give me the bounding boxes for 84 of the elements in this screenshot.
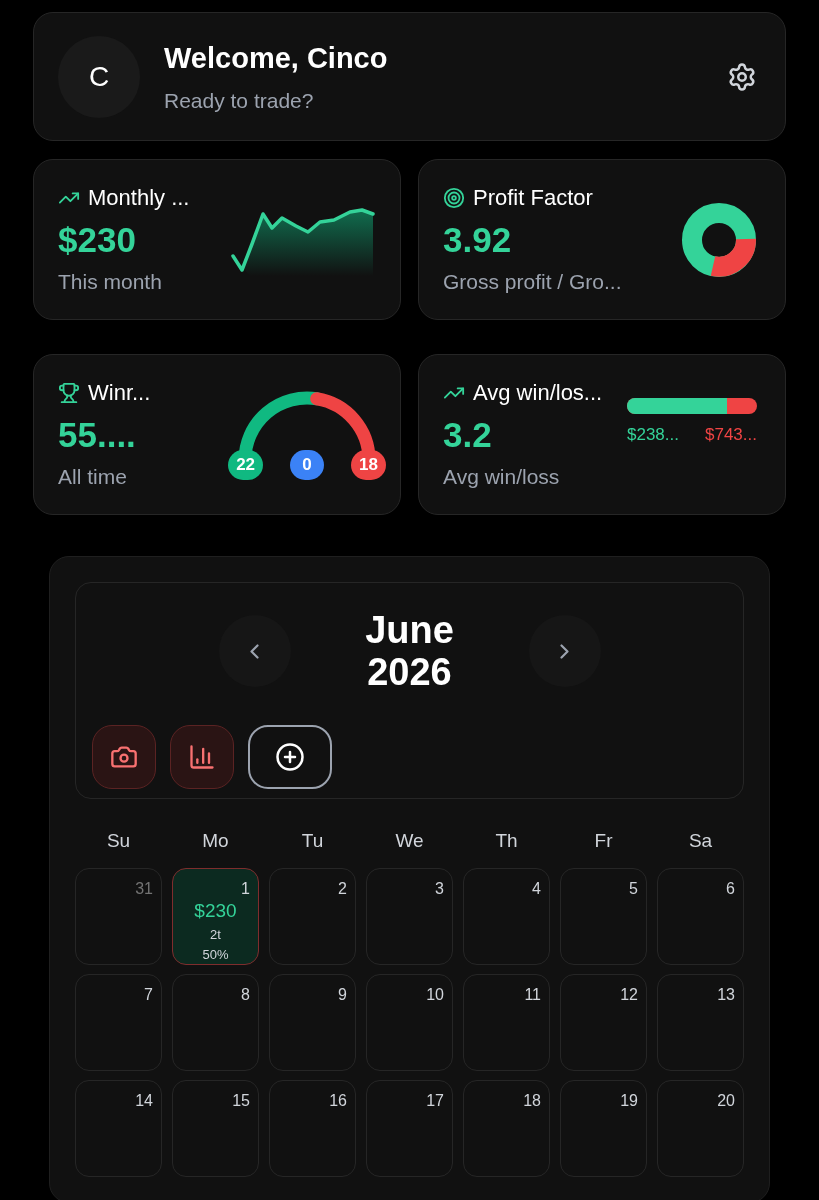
day-number: 17 xyxy=(426,1090,444,1111)
month-title: June xyxy=(365,611,454,649)
stat-title: Avg win/los... xyxy=(473,379,603,408)
calendar-day[interactable]: 16 xyxy=(269,1079,356,1177)
settings-icon xyxy=(727,61,757,92)
count-badge: 0 xyxy=(290,449,325,480)
calendar-day[interactable]: 7 xyxy=(75,973,162,1071)
stat-caption: Avg win/loss xyxy=(443,464,561,491)
target-icon xyxy=(443,186,465,209)
day-number: 18 xyxy=(523,1090,541,1111)
loss-amount: $743... xyxy=(705,423,757,446)
stat-title: Profit Factor xyxy=(473,184,593,213)
calendar-day[interactable]: 12 xyxy=(560,973,647,1071)
weekday-label: Fr xyxy=(593,829,614,853)
stat-value: $230 xyxy=(58,219,137,262)
day-number: 15 xyxy=(232,1090,250,1111)
stat-caption: This month xyxy=(58,269,163,296)
calendar-day[interactable]: 17 xyxy=(366,1079,453,1177)
stat-title: Monthly ... xyxy=(88,184,190,213)
day-number: 14 xyxy=(135,1090,153,1111)
weekday-label: Tu xyxy=(300,829,325,853)
day-number: 9 xyxy=(338,984,347,1005)
trophy-icon xyxy=(58,381,80,404)
chevron-left-icon xyxy=(250,643,259,659)
count-badge: 18 xyxy=(351,449,386,480)
welcome-title: Welcome, Cinco xyxy=(164,41,389,76)
welcome-subtitle: Ready to trade? xyxy=(164,87,315,114)
plus-circle-icon xyxy=(275,742,305,772)
count-badge: 22 xyxy=(228,449,264,480)
calendar-day[interactable]: 20 xyxy=(657,1079,744,1177)
day-trades: 2t xyxy=(210,926,221,944)
calendar-day[interactable]: 6 xyxy=(657,867,744,965)
calendar-day[interactable]: 18 xyxy=(463,1079,550,1177)
camera-button[interactable] xyxy=(92,725,156,789)
chevron-right-icon xyxy=(560,643,569,659)
calendar-day[interactable]: 31 xyxy=(75,867,162,965)
day-winrate: 50% xyxy=(202,945,229,964)
chart-button[interactable] xyxy=(170,725,234,789)
stat-value: 3.92 xyxy=(443,219,513,262)
year-title: 2026 xyxy=(367,653,452,691)
calendar-day[interactable]: 4 xyxy=(463,867,550,965)
day-number: 2 xyxy=(338,878,347,899)
day-number: 19 xyxy=(620,1090,638,1111)
calendar-day[interactable]: 15 xyxy=(172,1079,259,1177)
weekday-label: Mo xyxy=(201,829,230,853)
weekday-label: Su xyxy=(105,829,132,853)
day-number: 4 xyxy=(532,878,541,899)
calendar-day[interactable]: 1 $230 2t 50% xyxy=(172,867,259,965)
day-number: 16 xyxy=(329,1090,347,1111)
day-number: 31 xyxy=(135,878,153,899)
day-number: 20 xyxy=(717,1090,735,1111)
day-number: 1 xyxy=(241,878,250,899)
day-number: 11 xyxy=(524,984,541,1005)
day-number: 5 xyxy=(629,878,638,899)
day-number: 7 xyxy=(144,984,153,1005)
win-amount: $238... xyxy=(627,423,679,446)
day-number: 12 xyxy=(620,984,638,1005)
weekday-label: Sa xyxy=(687,829,714,853)
avatar: C xyxy=(58,35,140,118)
day-pnl: $230 xyxy=(194,898,237,923)
day-number: 10 xyxy=(426,984,444,1005)
stat-caption: Gross profit / Gro... xyxy=(443,269,622,296)
stat-caption: All time xyxy=(58,464,128,491)
stat-title: Winr... xyxy=(88,379,151,408)
day-number: 6 xyxy=(726,878,735,899)
calendar-day[interactable]: 5 xyxy=(560,867,647,965)
calendar-day[interactable]: 2 xyxy=(269,867,356,965)
bar-chart-icon xyxy=(188,743,216,771)
day-number: 8 xyxy=(241,984,250,1005)
calendar-day[interactable]: 13 xyxy=(657,973,744,1071)
calendar-day[interactable]: 19 xyxy=(560,1079,647,1177)
calendar-day[interactable]: 9 xyxy=(269,973,356,1071)
calendar-day[interactable]: 10 xyxy=(366,973,453,1071)
calendar-day[interactable]: 3 xyxy=(366,867,453,965)
calendar-day[interactable]: 11 xyxy=(463,973,550,1071)
stat-value: 55.... xyxy=(58,414,137,457)
day-number: 3 xyxy=(435,878,444,899)
weekday-label: Th xyxy=(494,829,519,853)
calendar-day[interactable]: 14 xyxy=(75,1079,162,1177)
stat-value: 3.2 xyxy=(443,414,493,457)
calendar-day[interactable]: 8 xyxy=(172,973,259,1071)
weekday-label: We xyxy=(394,829,425,853)
add-button[interactable] xyxy=(248,725,332,789)
day-number: 13 xyxy=(717,984,735,1005)
